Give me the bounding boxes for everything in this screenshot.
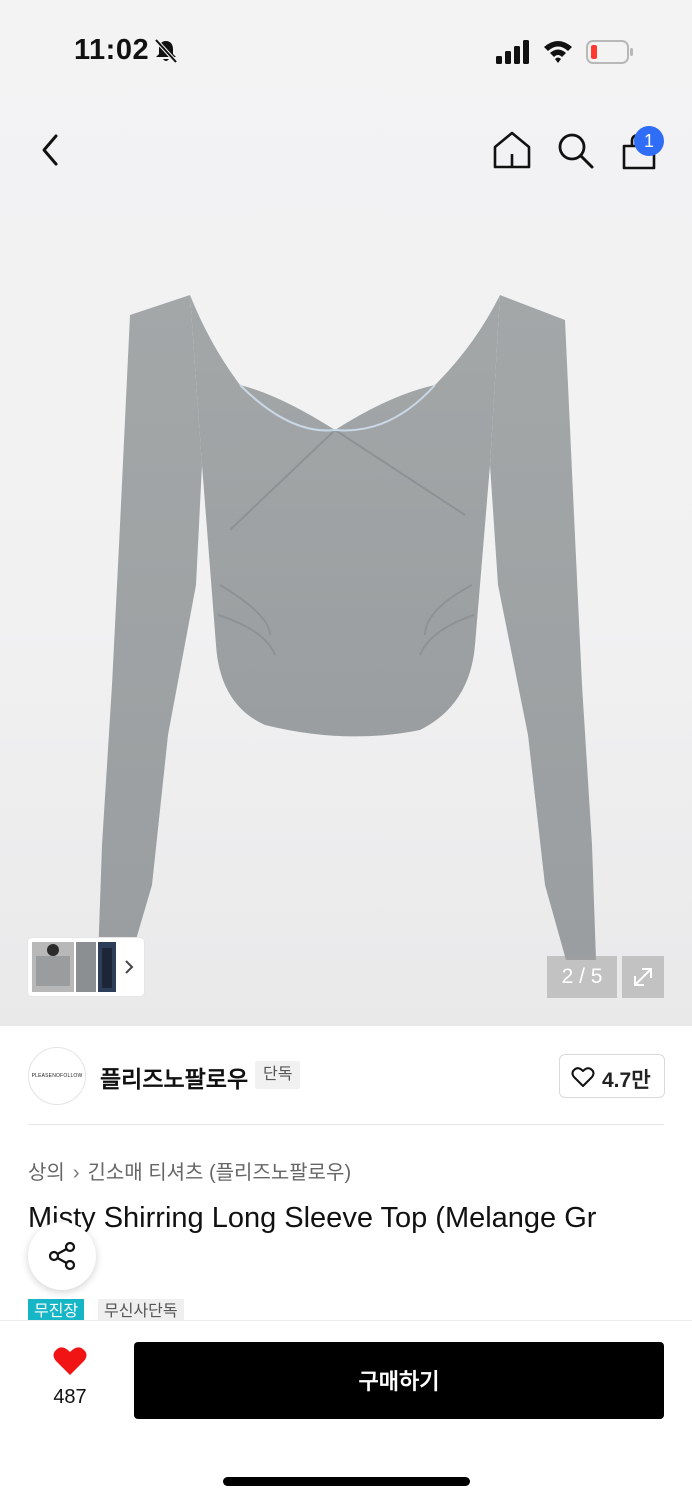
expand-icon [634, 968, 652, 986]
chevron-right-icon: › [72, 1162, 80, 1184]
brand-logo[interactable]: PLEASENOFOLLOW [28, 1047, 86, 1105]
brand-like-button[interactable]: 4.7만 [559, 1054, 665, 1098]
home-indicator [223, 1477, 470, 1486]
heart-outline-icon [571, 1067, 595, 1087]
bell-off-icon [154, 38, 178, 64]
wifi-icon [544, 41, 572, 63]
status-bar: 11:02 [0, 0, 692, 100]
product-gallery[interactable]: 11:02 1 2 / 5 [0, 0, 692, 1026]
brand-exclusive-badge: 단독 [255, 1061, 301, 1089]
chevron-right-icon[interactable] [122, 956, 136, 978]
status-time: 11:02 [74, 34, 150, 66]
signal-icon [496, 40, 529, 64]
share-button[interactable] [28, 1222, 96, 1290]
breadcrumb-item-category[interactable]: 상의 [28, 1162, 65, 1184]
divider [28, 1124, 664, 1125]
brand-like-count: 4.7만 [602, 1069, 651, 1092]
product-title: Misty Shirring Long Sleeve Top (Melange … [28, 1202, 597, 1234]
home-icon[interactable] [490, 128, 534, 172]
share-icon [48, 1241, 76, 1271]
wish-count: 487 [53, 1386, 87, 1408]
brand-name[interactable]: 플리즈노팔로우 [100, 1060, 248, 1094]
breadcrumb: 상의 › 긴소매 티셔츠 (플리즈노팔로우) [28, 1156, 351, 1185]
breadcrumb-item-subcategory[interactable]: 긴소매 티셔츠 (플리즈노팔로우) [87, 1162, 351, 1184]
battery-low-icon [586, 40, 633, 64]
product-image[interactable] [90, 285, 602, 975]
back-icon[interactable] [34, 130, 70, 170]
image-page-counter: 2 / 5 [547, 956, 617, 998]
buy-button[interactable]: 구매하기 [134, 1342, 664, 1419]
expand-button[interactable] [622, 956, 664, 998]
cart-badge: 1 [634, 126, 664, 156]
photo-thumbnail-strip[interactable] [28, 938, 144, 996]
search-icon[interactable] [555, 130, 595, 170]
heart-filled-icon[interactable] [52, 1345, 88, 1377]
thumbnail-image [32, 942, 116, 992]
